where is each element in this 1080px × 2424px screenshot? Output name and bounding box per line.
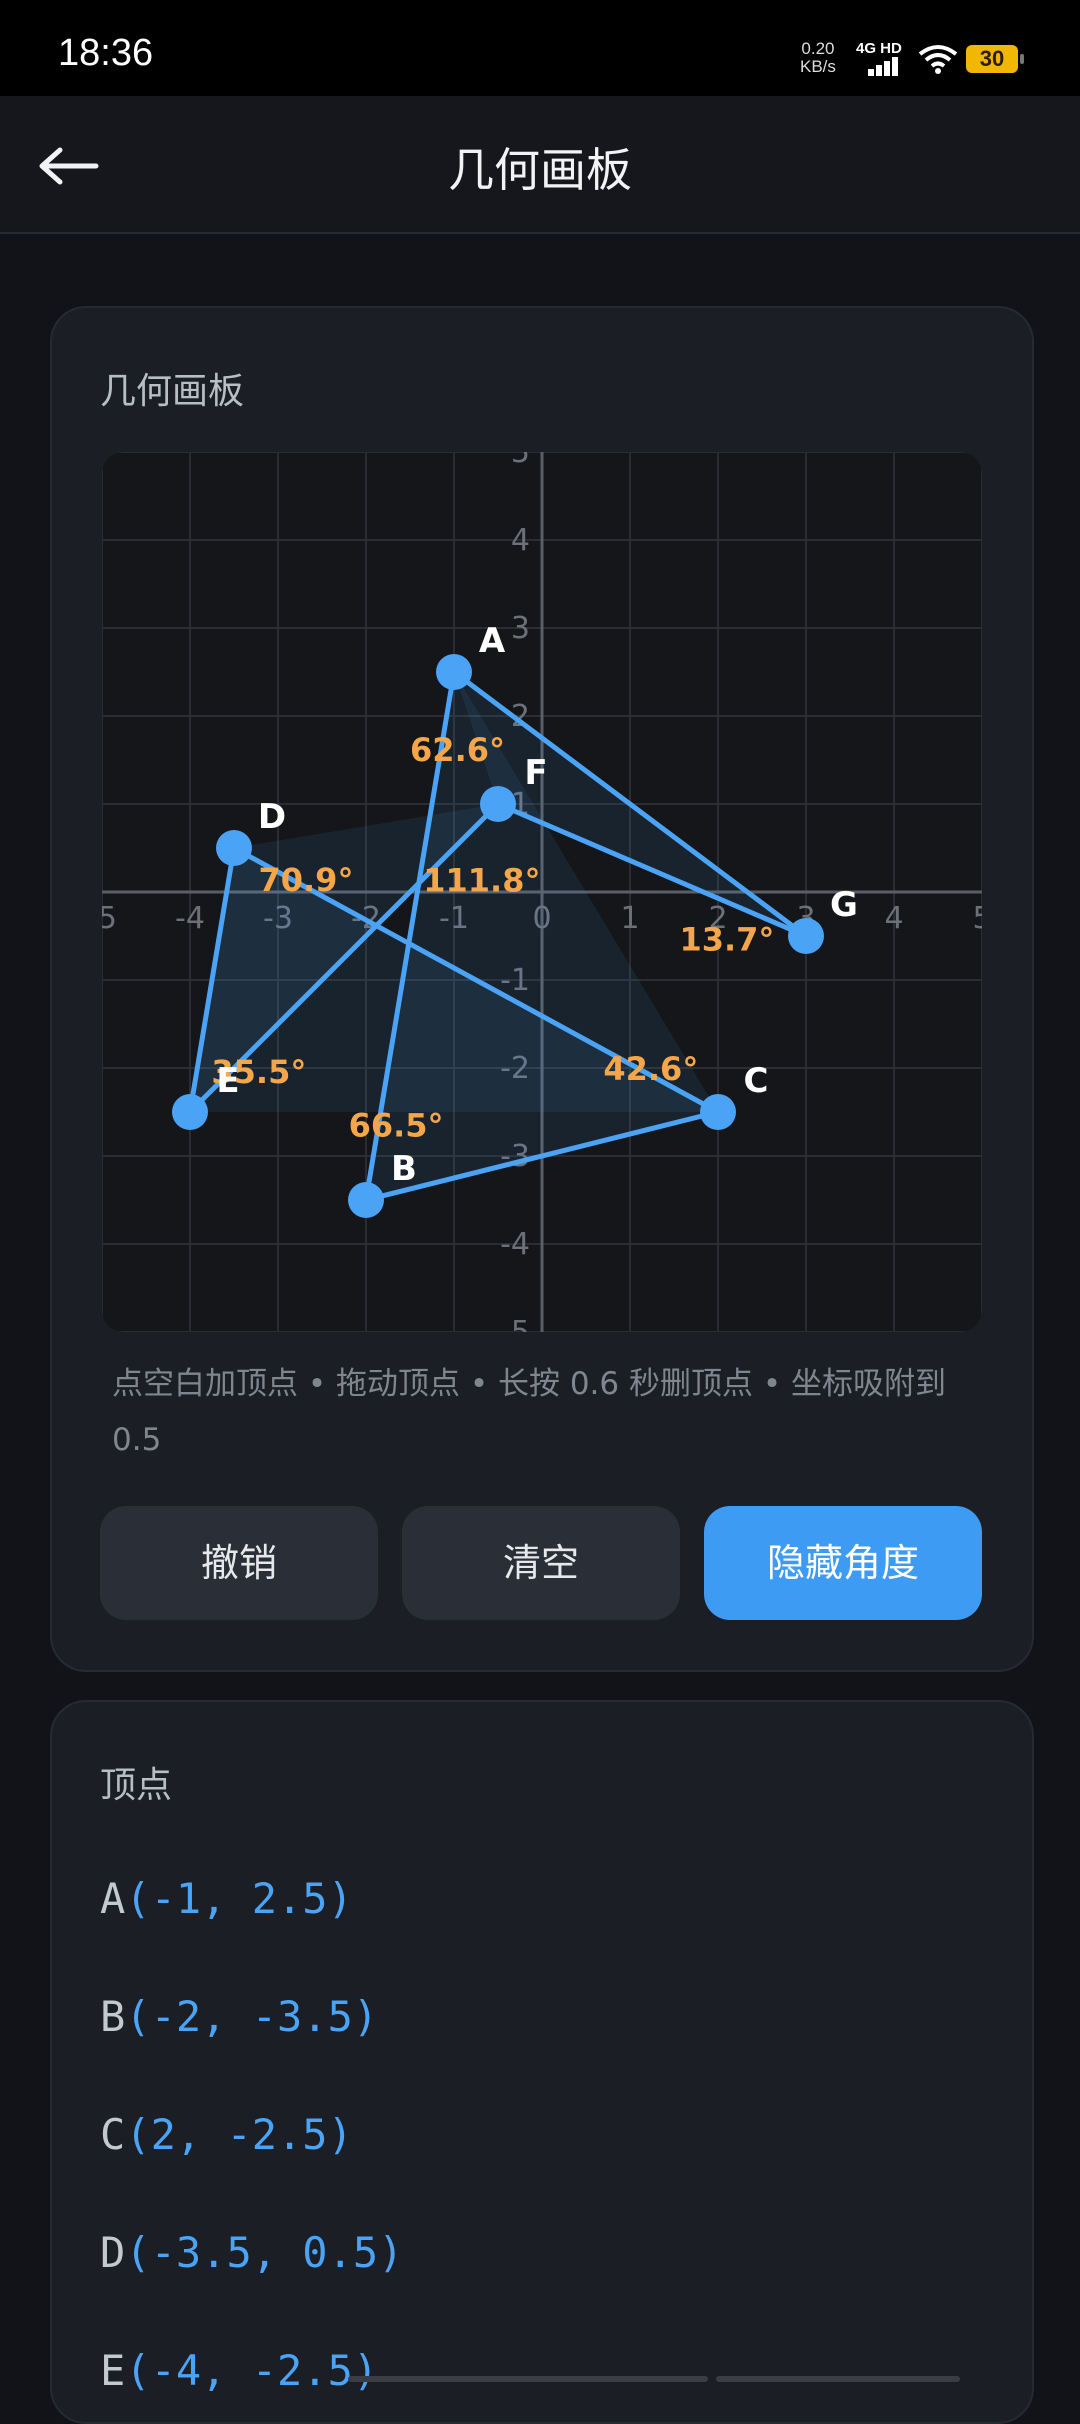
vertex-item: A(-1, 2.5) bbox=[100, 1874, 353, 1923]
x-tick-label: 5 bbox=[972, 901, 982, 936]
vertex-label: D bbox=[258, 797, 286, 837]
vertex-coord: (2, -2.5) bbox=[125, 2110, 353, 2159]
vertex-name: A bbox=[100, 1874, 126, 1923]
vertex-label: A bbox=[479, 621, 506, 661]
net-speed: 0.20 KB/s bbox=[800, 40, 836, 76]
usage-hint: 点空白加顶点 • 拖动顶点 • 长按 0.6 秒删顶点 • 坐标吸附到 0.5 bbox=[112, 1366, 946, 1458]
vertex-label: G bbox=[830, 885, 858, 925]
vertex-point bbox=[480, 786, 516, 822]
vertex-point bbox=[216, 830, 252, 866]
status-time: 18:36 bbox=[58, 32, 154, 74]
vertex-point bbox=[700, 1094, 736, 1130]
angle-label: 13.7° bbox=[679, 920, 774, 958]
wifi-icon bbox=[918, 45, 958, 74]
vertex-item: C(2, -2.5) bbox=[100, 2110, 353, 2159]
y-tick-label: 3 bbox=[511, 611, 530, 646]
x-tick-label: 1 bbox=[620, 901, 639, 936]
vertex-label: F bbox=[524, 753, 547, 793]
vertex-item: D(-3.5, 0.5) bbox=[100, 2228, 403, 2277]
y-tick-label: 4 bbox=[511, 523, 530, 558]
geometry-canvas[interactable]: -5-4-3-2-101234554321-1-2-3-4-562.6°66.5… bbox=[102, 452, 982, 1332]
angle-label: 42.6° bbox=[603, 1050, 698, 1088]
signal-icon bbox=[868, 56, 906, 76]
vertex-name: B bbox=[100, 1992, 126, 2041]
vertex-label: E bbox=[216, 1061, 239, 1101]
toggle-angles-button[interactable]: 隐藏角度 bbox=[704, 1506, 982, 1620]
battery-icon: 30 bbox=[966, 45, 1024, 73]
vertex-name: D bbox=[100, 2228, 126, 2277]
vertex-coord: (-1, 2.5) bbox=[125, 1874, 353, 1923]
y-tick-label: -5 bbox=[500, 1315, 530, 1332]
angle-label: 111.8° bbox=[423, 862, 540, 900]
app-bar: 几何画板 bbox=[0, 96, 1080, 234]
geometry-board-card: 几何画板 -5-4-3-2-101234554321-1-2-3-4-562.6… bbox=[50, 306, 1034, 1672]
net-speed-value: 0.20 bbox=[801, 39, 835, 58]
scrollbar-segment bbox=[716, 2376, 960, 2382]
vertex-coord: (-2, -3.5) bbox=[125, 1992, 379, 2041]
board-card-heading: 几何画板 bbox=[100, 371, 245, 412]
vertex-point bbox=[436, 654, 472, 690]
x-tick-label: -4 bbox=[175, 901, 205, 936]
net-speed-unit: KB/s bbox=[800, 57, 836, 76]
y-tick-label: -4 bbox=[500, 1227, 530, 1262]
vertex-label: B bbox=[391, 1149, 417, 1189]
vertex-point bbox=[348, 1182, 384, 1218]
vertices-card-heading: 顶点 bbox=[100, 1765, 173, 1806]
angle-label: 70.9° bbox=[258, 861, 353, 899]
vertices-card: 顶点 A(-1, 2.5) B(-2, -3.5) C(2, -2.5) D(-… bbox=[50, 1700, 1034, 2424]
x-tick-label: -5 bbox=[102, 901, 117, 936]
clear-button[interactable]: 清空 bbox=[402, 1506, 680, 1620]
page-title: 几何画板 bbox=[448, 143, 632, 197]
scrollbar-segment bbox=[348, 2376, 708, 2382]
angle-label: 66.5° bbox=[349, 1107, 444, 1145]
network-type: 4G HD bbox=[856, 40, 902, 57]
undo-button[interactable]: 撤销 bbox=[100, 1506, 378, 1620]
vertex-point bbox=[172, 1094, 208, 1130]
vertex-coord: (-3.5, 0.5) bbox=[125, 2228, 404, 2277]
status-bar: 18:36 0.20 KB/s 4G HD 30 bbox=[0, 0, 1080, 96]
angle-label: 62.6° bbox=[410, 731, 505, 769]
vertex-name: C bbox=[100, 2110, 126, 2159]
vertex-label: C bbox=[744, 1061, 769, 1101]
vertex-item: B(-2, -3.5) bbox=[100, 1992, 378, 2041]
x-tick-label: 4 bbox=[884, 901, 903, 936]
y-tick-label: 5 bbox=[511, 452, 530, 470]
vertex-point bbox=[788, 918, 824, 954]
geometry-svg[interactable]: -5-4-3-2-101234554321-1-2-3-4-562.6°66.5… bbox=[102, 452, 982, 1332]
